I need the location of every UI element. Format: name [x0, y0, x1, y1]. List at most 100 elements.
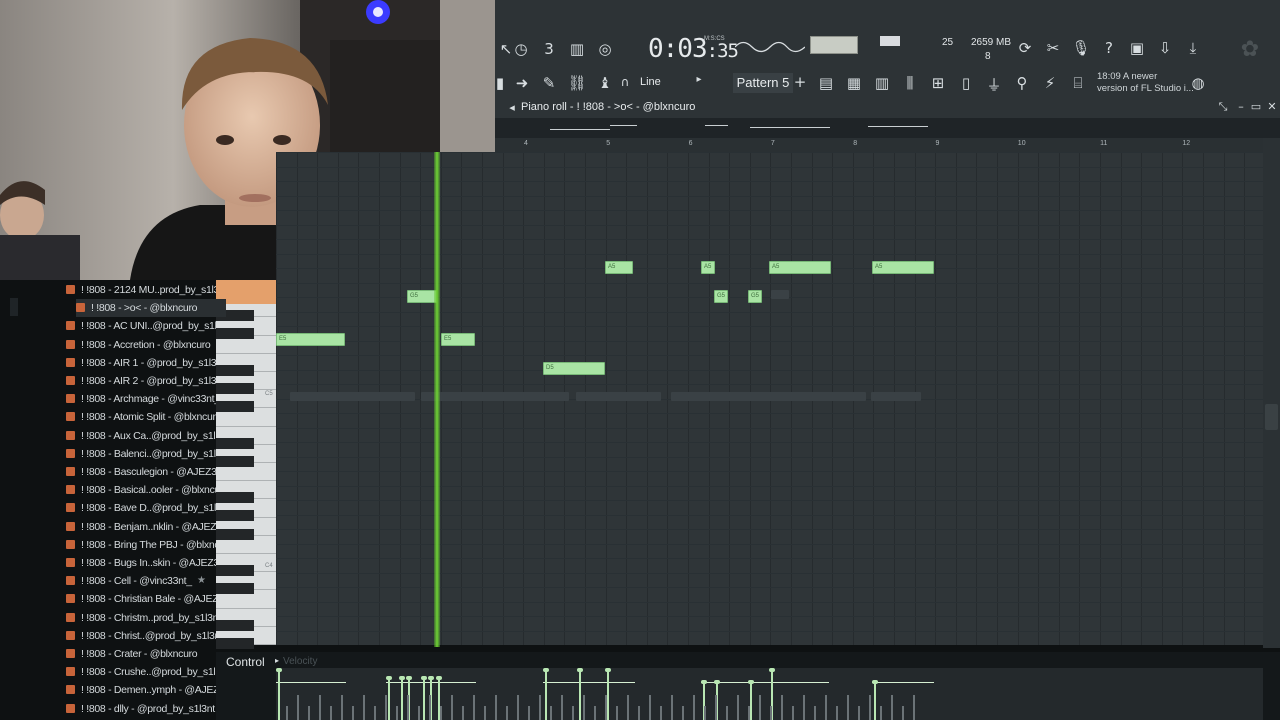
velocity-handle[interactable]	[276, 668, 282, 672]
help-icon[interactable]: ?	[1098, 39, 1120, 57]
browser-item[interactable]: ! !808 - Crater - @blxncuro	[66, 645, 216, 663]
playlist-icon[interactable]: ▤	[815, 74, 837, 92]
browser-item[interactable]: ! !808 - Christian Bale - @AJEZ333	[66, 590, 216, 608]
black-key[interactable]	[216, 638, 254, 649]
channel-rack-icon[interactable]: ▦	[843, 74, 865, 92]
add-pattern-icon[interactable]: +	[789, 73, 811, 91]
black-key[interactable]	[216, 383, 254, 394]
browser-item[interactable]: ! !808 - AIR 2 - @prod_by_s1l3nt	[66, 372, 216, 390]
velocity-lane[interactable]	[276, 668, 1263, 720]
news-panel[interactable]: 18:09 A newer version of FL Studio i...	[1097, 71, 1194, 95]
velocity-bar[interactable]	[423, 678, 425, 720]
velocity-handle[interactable]	[428, 676, 434, 680]
midi-note[interactable]: E5	[441, 333, 475, 346]
midi-note[interactable]: A5	[872, 261, 934, 274]
browser-item[interactable]: ! !808 - >o< - @blxncuro	[76, 299, 226, 318]
browser-item[interactable]: ! !808 - Cell - @vinc33nt_	[66, 572, 216, 590]
browser-scroll-marker[interactable]	[10, 298, 18, 316]
plugin-icon[interactable]: ⏚	[983, 74, 1005, 95]
chevron-right-icon[interactable]: ▸	[694, 74, 704, 85]
black-key[interactable]	[216, 583, 254, 594]
velocity-bar[interactable]	[750, 682, 752, 720]
velocity-bar[interactable]	[874, 682, 876, 720]
close-icon[interactable]: ✕	[1261, 100, 1280, 113]
midi-note[interactable]: D5	[543, 362, 605, 375]
velocity-handle[interactable]	[577, 668, 583, 672]
browser-item[interactable]: ! !808 - 2124 MU..prod_by_s1l3nt	[66, 281, 216, 299]
export-icon[interactable]: ⤓	[1182, 39, 1204, 57]
velocity-param[interactable]: Velocity	[283, 656, 317, 667]
white-key[interactable]	[216, 553, 276, 554]
browser-item[interactable]: ! !808 - Archmage - @vinc33nt_	[66, 390, 216, 408]
velocity-handle[interactable]	[701, 680, 707, 684]
browser-item[interactable]: ! !808 - Balenci..@prod_by_s1l3nt	[66, 445, 216, 463]
browser-item[interactable]: ! !808 - Bugs In..skin - @AJEZ333	[66, 554, 216, 572]
browser-item[interactable]: ! !808 - Basculegion - @AJEZ333	[66, 463, 216, 481]
globe-icon[interactable]: ◍	[1187, 74, 1209, 92]
velocity-handle[interactable]	[406, 676, 412, 680]
piano-roll-titlebar[interactable]: ◂ Piano roll - ! !808 - >o< - @blxncuro …	[495, 100, 1280, 118]
render-icon[interactable]: ⇩	[1154, 39, 1176, 57]
velocity-bar[interactable]	[278, 670, 280, 720]
browser-icon[interactable]: ⊞	[927, 74, 949, 92]
tempo-tapper-icon[interactable]: ⚲	[1011, 74, 1033, 92]
browser-item[interactable]: ! !808 - AIR 1 - @prod_by_s1l3nt	[66, 354, 216, 372]
microphone-icon[interactable]: 🎙	[1070, 39, 1092, 57]
browser-item[interactable]: ! !808 - Benjam..nklin - @AJEZ333	[66, 518, 216, 536]
velocity-handle[interactable]	[605, 668, 611, 672]
browser-item[interactable]: ! !808 - Atomic Split - @blxncuro	[66, 408, 216, 426]
project-icon[interactable]: ⌸	[1067, 74, 1089, 92]
black-key[interactable]	[216, 492, 254, 503]
midi-note[interactable]: G5	[407, 290, 437, 303]
piano-keyboard[interactable]: C5 C4	[216, 280, 276, 667]
velocity-handle[interactable]	[872, 680, 878, 684]
midi-note[interactable]: A5	[701, 261, 715, 274]
piano-roll-icon[interactable]: ▥	[871, 74, 893, 92]
magnet-icon[interactable]: ∩	[618, 75, 632, 89]
mixer-icon[interactable]: ⫼	[899, 74, 921, 92]
piano-roll-grid[interactable]: A5 A5 A5 A5 G5 G5 G5 E5 E5 D5	[276, 152, 1263, 645]
browser-item[interactable]: ! !808 - Aux Ca..@prod_by_s1l3nt	[66, 427, 216, 445]
browser-item[interactable]: ! !808 - Christ..@prod_by_s1l3nt	[66, 627, 216, 645]
black-key[interactable]	[216, 328, 254, 339]
velocity-bar[interactable]	[545, 670, 547, 720]
browser-item[interactable]: ! !808 - Christm..prod_by_s1l3nt	[66, 609, 216, 627]
cut-icon[interactable]: ✂	[1042, 39, 1064, 57]
browser-item[interactable]: ! !808 - dlly - @prod_by_s1l3nt	[66, 700, 216, 718]
stamp-icon[interactable]: ♝	[594, 74, 616, 92]
black-key[interactable]	[216, 456, 254, 467]
black-key[interactable]	[216, 529, 254, 540]
midi-note[interactable]: G5	[748, 290, 762, 303]
snap-mode-select[interactable]: Line	[640, 76, 661, 88]
scrollbar-thumb[interactable]	[1265, 404, 1278, 430]
browser-item[interactable]: ! !808 - Crushe..@prod_by_s1l3nt	[66, 663, 216, 681]
velocity-handle[interactable]	[543, 668, 549, 672]
loop-record-icon[interactable]: ◎	[594, 40, 616, 58]
velocity-handle[interactable]	[386, 676, 392, 680]
velocity-handle[interactable]	[714, 680, 720, 684]
velocity-handle[interactable]	[421, 676, 427, 680]
black-key[interactable]	[216, 438, 254, 449]
plugin-picker-icon[interactable]: ⚡	[1039, 74, 1061, 92]
black-key[interactable]	[216, 620, 254, 631]
file-icon[interactable]: ▯	[955, 74, 977, 92]
black-key[interactable]	[216, 510, 254, 521]
velocity-bar[interactable]	[579, 670, 581, 720]
black-key[interactable]	[216, 565, 254, 576]
undo-icon[interactable]: ⟳	[1014, 39, 1036, 57]
timeline-ruler[interactable]: 4 5 6 7 8 9 10 11 12	[495, 138, 1263, 152]
speaker-icon[interactable]: ◂	[501, 101, 523, 114]
playhead[interactable]	[434, 152, 440, 647]
save-icon[interactable]: ▣	[1126, 39, 1148, 57]
vertical-scrollbar[interactable]	[1263, 138, 1280, 648]
velocity-handle[interactable]	[399, 676, 405, 680]
browser-item[interactable]: ! !808 - Basical..ooler - @blxncuro	[66, 481, 216, 499]
midi-note[interactable]: G5	[714, 290, 728, 303]
countdown-icon[interactable]: 3	[538, 40, 560, 58]
black-key[interactable]	[216, 401, 254, 412]
velocity-bar[interactable]	[388, 678, 390, 720]
browser-item[interactable]: ! !808 - Bring The PBJ - @blxncuro	[66, 536, 216, 554]
black-key[interactable]	[216, 365, 254, 376]
browser-item[interactable]: ! !808 - Bave D..@prod_by_s1l3nt	[66, 499, 216, 517]
white-key[interactable]	[216, 608, 276, 609]
